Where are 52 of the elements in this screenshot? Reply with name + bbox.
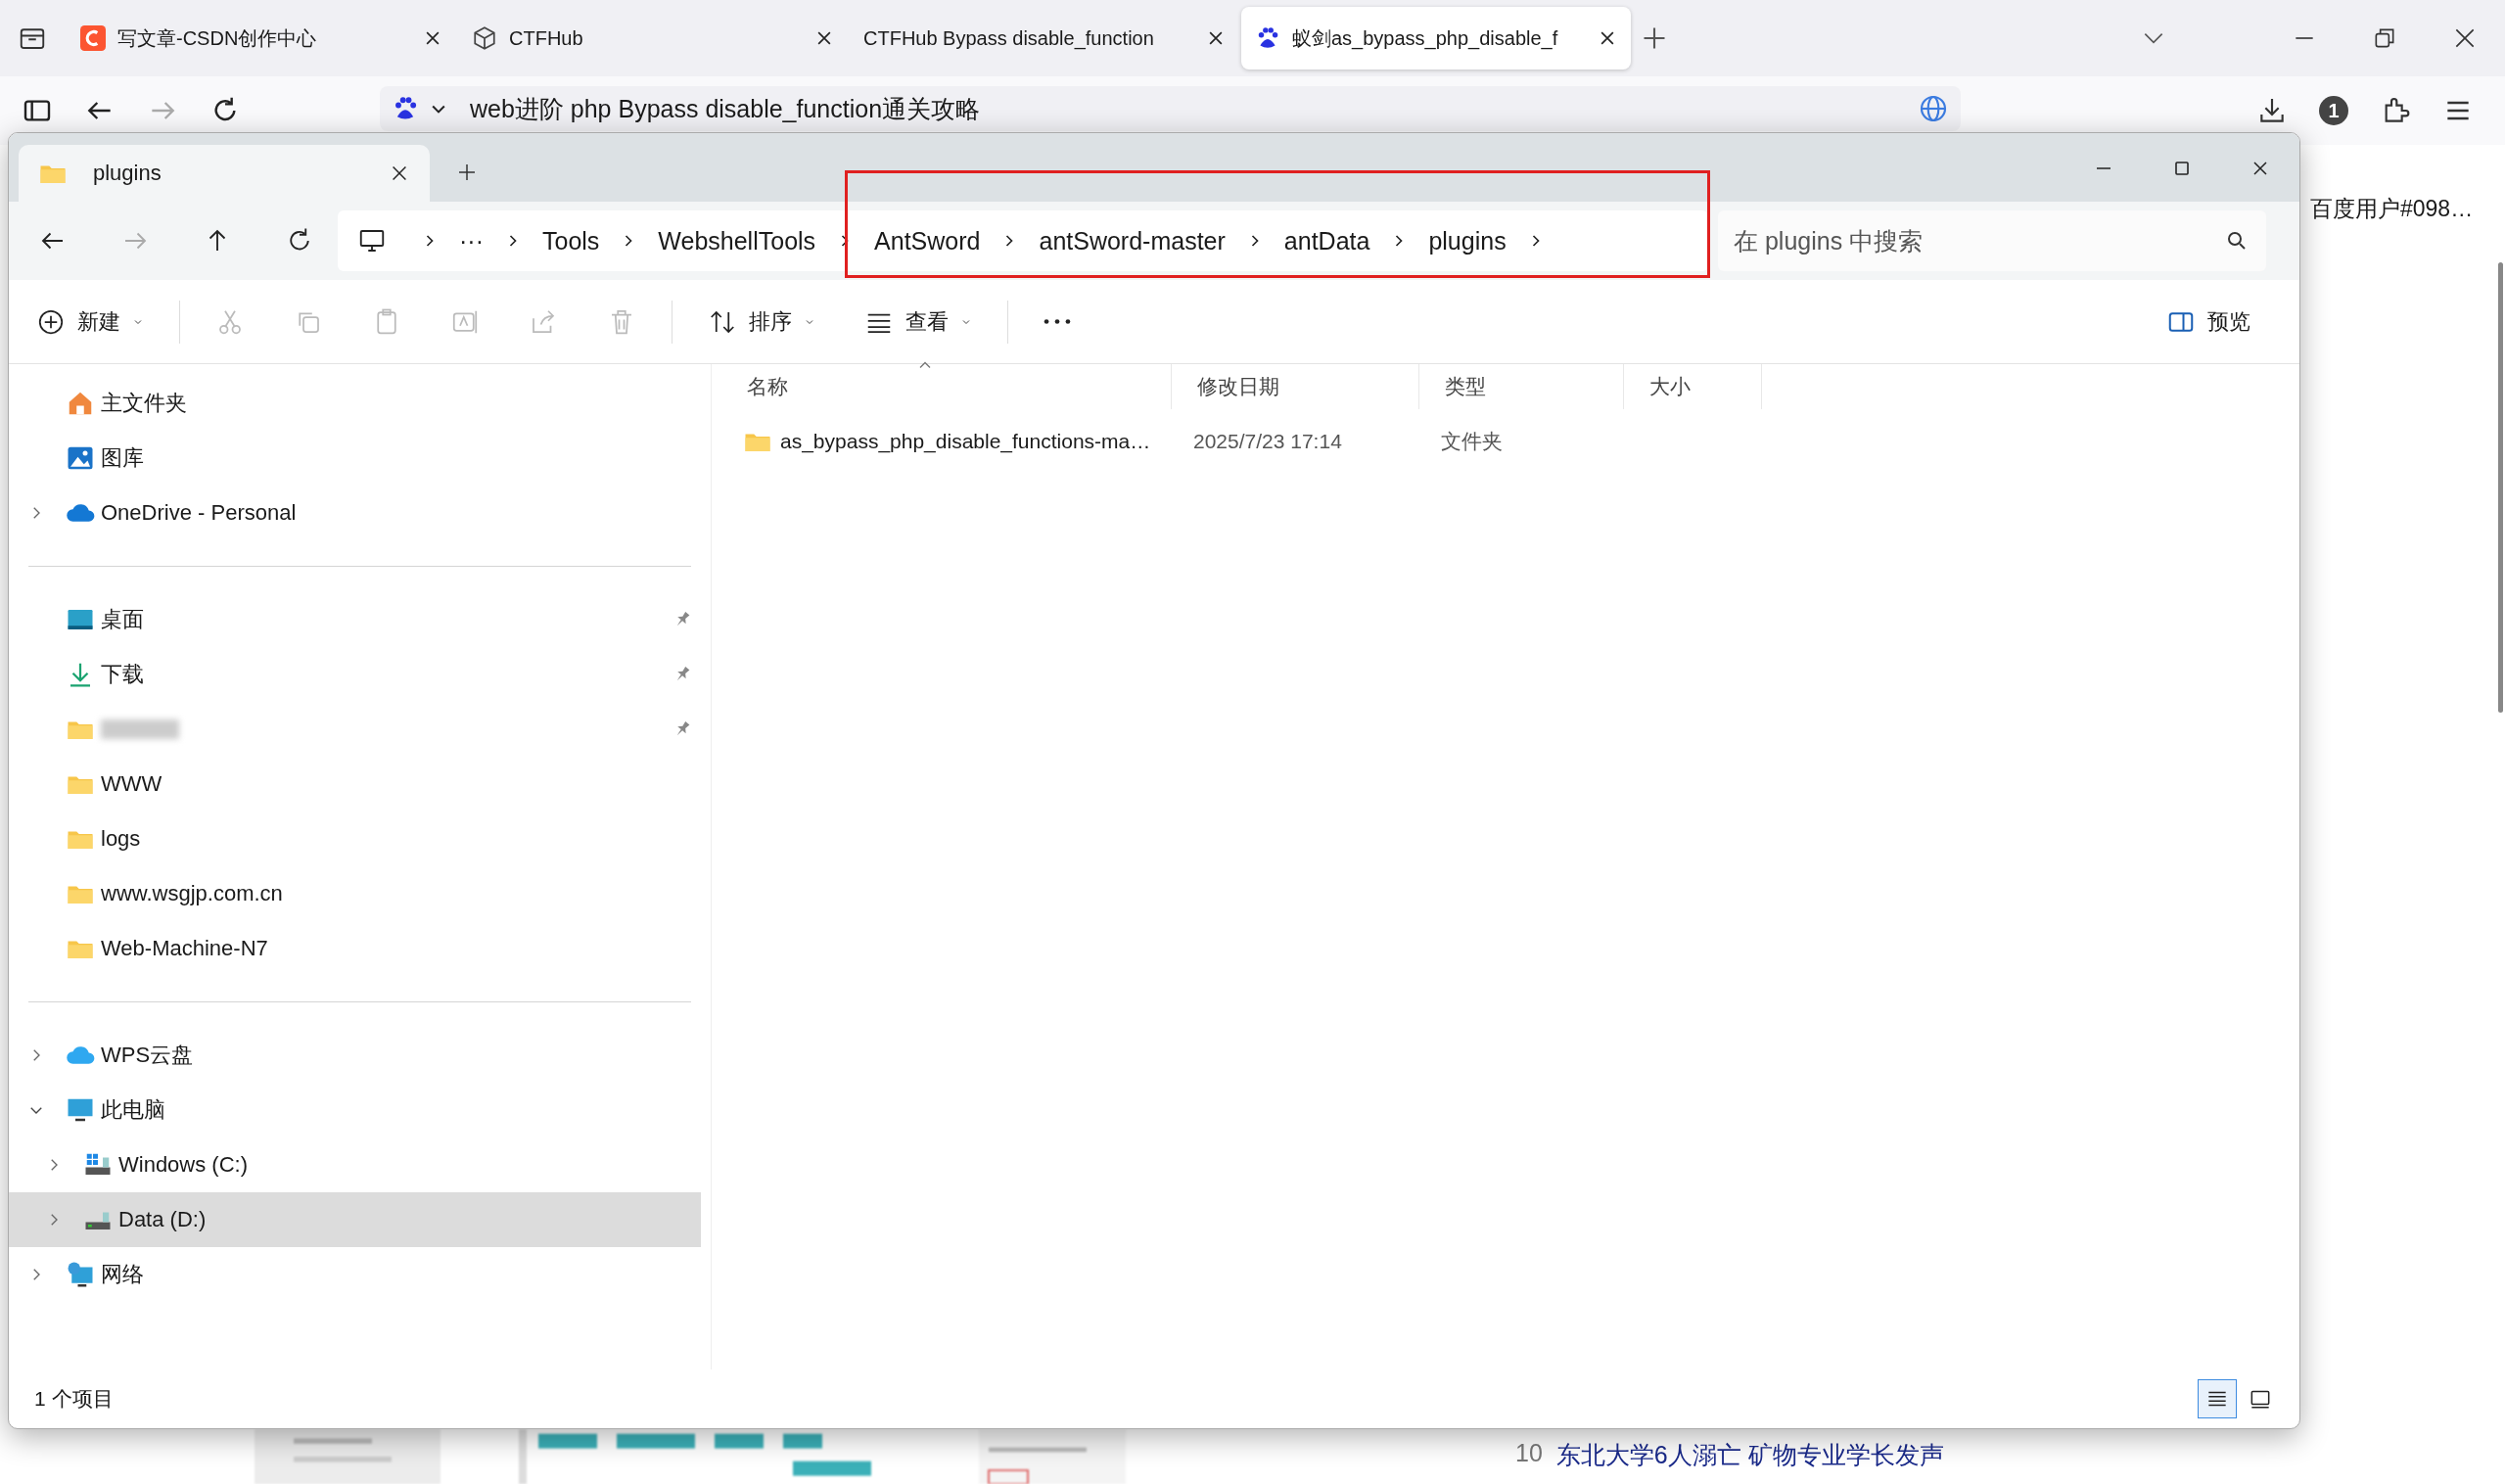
column-header[interactable]: 名称 (721, 364, 1172, 409)
breadcrumb-bar[interactable]: ··· Tools WebshellTools AntSword antSword-master antData plugins (338, 210, 1708, 271)
breadcrumb-item[interactable]: AntSword (874, 226, 981, 255)
preview-button[interactable]: 预览 (2153, 297, 2264, 347)
type-cell-text: 文件夹 (1440, 429, 1504, 454)
scrollbar-thumb[interactable] (2498, 262, 2503, 713)
account-badge[interactable]: 1 (2319, 96, 2348, 125)
sidebar-item[interactable]: 桌面 (9, 592, 701, 647)
sidebar-item[interactable]: OneDrive - Personal (9, 486, 701, 540)
command-button[interactable]: 新建 (23, 297, 158, 347)
sidebar-item[interactable]: WWW (9, 757, 701, 812)
command-button[interactable]: 查看 (851, 297, 986, 347)
globe-icon (1918, 93, 1949, 124)
path-overflow-button[interactable]: ··· (459, 226, 484, 255)
username-text[interactable]: 百度用户#098… (2310, 194, 2474, 224)
news-link[interactable]: 东北大学6人溺亡 矿物专业学长发声 (1555, 1439, 1944, 1471)
sidebar-item[interactable]: 网络 (9, 1247, 701, 1302)
address-bar[interactable]: web进阶 php Bypass disable_function通关攻略 (380, 86, 1961, 131)
sidebar-item[interactable]: 此电脑 (9, 1083, 701, 1137)
more-icon (1044, 319, 1071, 324)
sidebar-item[interactable]: Windows (C:) (9, 1137, 701, 1192)
breadcrumb-item[interactable]: plugins (1428, 226, 1507, 255)
rank-number: 10 (1515, 1439, 1543, 1468)
command-button[interactable]: 排序 (694, 297, 829, 347)
sidebar-item[interactable]: 主文件夹 (9, 376, 701, 431)
network-icon (66, 1260, 95, 1289)
browser-tab[interactable]: CTFHub Bypass disable_function (850, 7, 1239, 70)
sidebar-item[interactable]: Data (D:) (9, 1192, 701, 1247)
explorer-tab[interactable]: plugins (19, 145, 430, 202)
sidebar-item[interactable]: WPS云盘 (9, 1028, 701, 1083)
sidebar-item[interactable]: 下载 (9, 647, 701, 702)
column-header[interactable]: 修改日期 (1172, 364, 1419, 409)
item-count: 1 个项目 (34, 1386, 114, 1412)
sidebar-item[interactable]: www.wsgjp.com.cn (9, 866, 701, 921)
file-name[interactable]: as_bypass_php_disable_functions-ma… (721, 427, 1172, 456)
breadcrumb-item[interactable]: WebshellTools (658, 226, 816, 255)
cube-icon (472, 25, 497, 51)
search-field[interactable]: 在 plugins 中搜索 (1718, 210, 2266, 271)
site-icon (80, 25, 106, 51)
browser-tab[interactable]: CTFHub (458, 7, 848, 70)
sidebar-item[interactable]: logs (9, 812, 701, 866)
breadcrumb-item[interactable]: antSword-master (1039, 226, 1226, 255)
column-header[interactable]: 大小 (1624, 364, 1762, 409)
browser-tab[interactable]: 蚁剑as_bypass_php_disable_f (1241, 7, 1631, 70)
breadcrumb-item[interactable]: antData (1283, 226, 1370, 255)
view-toggle[interactable] (2198, 1379, 2237, 1418)
sidebar-item[interactable]: Web-Machine-N7 (9, 921, 701, 976)
date-cell-text: 2025/7/23 17:14 (1192, 430, 1343, 453)
column-header[interactable]: 类型 (1419, 364, 1624, 409)
browser-tab[interactable]: 写文章-CSDN创作中心 (67, 7, 456, 70)
sidebar-item[interactable]: 图库 (9, 431, 701, 486)
breadcrumb-item[interactable]: Tools (542, 226, 600, 255)
